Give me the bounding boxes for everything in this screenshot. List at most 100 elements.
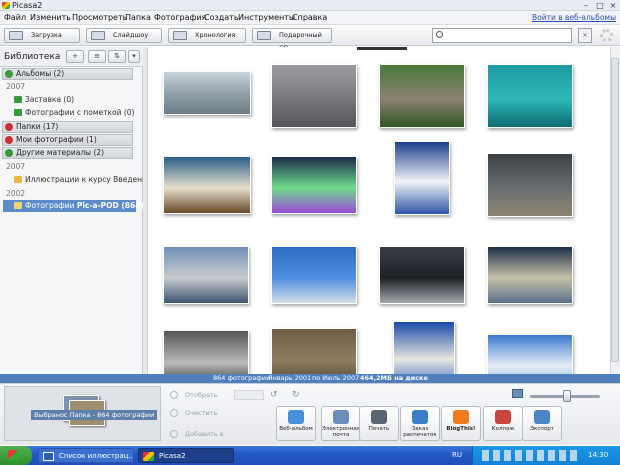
rotate-right-icon[interactable]: ↻ [292, 390, 300, 400]
library-menu-button[interactable]: ▾ [128, 50, 140, 63]
label-tag-button[interactable] [234, 390, 264, 400]
menu-picture[interactable]: Фотография [154, 11, 206, 25]
photo-grid [148, 47, 610, 374]
export-button[interactable]: Экспорт [522, 406, 562, 441]
menu-create[interactable]: Создать [204, 11, 239, 25]
year-label: 2007 [6, 162, 26, 171]
folder-illustrations-label: Иллюстрации к курсу Введение... [25, 175, 159, 184]
add-to-button[interactable]: Добавить в [165, 427, 228, 441]
slideshow-button[interactable]: Слайдшоу [86, 28, 162, 43]
album-screensaver[interactable]: Заставка (0) [14, 94, 74, 106]
year-label: 2002 [6, 189, 26, 198]
print-button[interactable]: Печать [359, 406, 399, 441]
menu-folder[interactable]: Папка [125, 11, 151, 25]
sort-button[interactable]: ⇅ [108, 50, 126, 63]
zoom-slider-handle[interactable] [563, 390, 571, 402]
status-bar: 864 фотографии Январь 2001 по Июль 2007 … [0, 374, 620, 383]
tray-icons[interactable] [482, 450, 578, 461]
blogthis-button[interactable]: BlogThis! [441, 406, 481, 441]
menu-view[interactable]: Просмотреть [72, 11, 127, 25]
windows-logo-icon [8, 450, 18, 460]
taskbar-item-document-label: Список иллюстрац... [59, 452, 134, 460]
album-icon [14, 96, 22, 103]
library-title: Библиотека [4, 52, 61, 62]
search-input[interactable] [432, 28, 572, 43]
photo-thumbnail[interactable] [393, 321, 455, 374]
menu-edit[interactable]: Изменить [30, 11, 71, 25]
photo-thumbnail[interactable] [271, 64, 357, 128]
web-album-button[interactable]: Веб-альбом [276, 406, 316, 441]
menu-tools[interactable]: Инструменты [238, 11, 295, 25]
folder-pic-a-pod[interactable]: Фотографии Pic-a-POD (864) [3, 200, 144, 212]
photo-thumbnail[interactable] [271, 246, 357, 304]
export-icon [534, 410, 550, 424]
gift-cd-button[interactable]: Подарочный CD [252, 28, 332, 52]
photo-thumbnail[interactable] [487, 334, 573, 374]
photo-thumbnail[interactable] [487, 153, 573, 217]
photo-thumbnail[interactable] [163, 330, 249, 374]
section-albums[interactable]: Альбомы (2) [2, 68, 133, 80]
search-clear-button[interactable]: × [578, 28, 592, 43]
import-button[interactable]: Загрузка [4, 28, 80, 43]
section-folders[interactable]: Папки (17) [2, 121, 133, 133]
menu-help[interactable]: Справка [292, 11, 327, 25]
photo-thumbnail[interactable] [271, 156, 357, 214]
scrollbar-thumb[interactable] [611, 58, 619, 362]
photo-thumbnail[interactable] [163, 246, 249, 304]
picasa-icon [143, 452, 154, 461]
held-selection-label: Выбранос Папка - 864 фотографии [31, 410, 158, 420]
taskbar-item-document[interactable]: Список иллюстрац... [38, 448, 134, 463]
import-label: Загрузка [31, 31, 62, 39]
order-prints-button[interactable]: Заказ распечаток [400, 406, 440, 441]
window-title: Picasa2 [12, 1, 43, 10]
clear-button[interactable]: Очистить [165, 406, 228, 420]
folder-illustrations[interactable]: Иллюстрации к курсу Введение... [14, 174, 159, 186]
photo-thumbnail[interactable] [271, 328, 357, 374]
taskbar-item-picasa[interactable]: Picasa2 [138, 448, 234, 463]
collapse-icon [5, 123, 13, 131]
expand-icon [5, 70, 13, 78]
album-starred[interactable]: Фотографии с пометкой (0) [14, 107, 135, 119]
folder-pic-a-pod-prefix: Фотографии [25, 201, 77, 210]
photo-thumbnail[interactable] [487, 64, 573, 128]
timeline-button[interactable]: Хронология [168, 28, 246, 43]
close-icon[interactable]: × [607, 1, 619, 10]
photo-thumbnail[interactable] [163, 71, 251, 115]
list-view-button[interactable]: ≡ [88, 50, 106, 63]
picasa-logo-icon [2, 2, 10, 9]
scroll-position-marker [357, 47, 407, 50]
print-icon [371, 410, 387, 424]
photo-thumbnail[interactable] [394, 141, 450, 215]
print-label: Печать [368, 426, 390, 432]
email-icon [333, 410, 349, 424]
hold-icon [170, 391, 178, 399]
start-button[interactable] [0, 446, 32, 465]
photo-thumbnail[interactable] [163, 156, 251, 214]
add-to-label: Добавить в [185, 430, 224, 438]
section-my-photos[interactable]: Мои фотографии (1) [2, 134, 133, 146]
collage-icon [495, 410, 511, 424]
sign-in-web-albums-link[interactable]: Войти в веб-альбомы [532, 11, 616, 25]
photo-thumbnail[interactable] [487, 246, 573, 304]
blogthis-label: BlogThis! [446, 426, 476, 432]
collage-button[interactable]: Коллаж [483, 406, 523, 441]
album-starred-label: Фотографии с пометкой (0) [25, 108, 135, 117]
minimize-icon[interactable]: – [580, 1, 592, 10]
email-button[interactable]: Электронная почта [321, 406, 361, 441]
zoom-icon [512, 389, 523, 398]
section-other-label: Другие материалы (2) [16, 148, 105, 157]
cd-icon [257, 31, 271, 40]
disk-size: 464,2МБ на диске [360, 374, 428, 382]
section-other[interactable]: Другие материалы (2) [2, 147, 133, 159]
maximize-icon[interactable]: □ [594, 1, 606, 10]
photo-thumbnail[interactable] [379, 64, 465, 128]
timeline-label: Хронология [195, 31, 236, 39]
hold-button[interactable]: Отобрать [165, 388, 228, 402]
search-icon [436, 31, 443, 38]
menu-file[interactable]: Файл [4, 11, 26, 25]
photo-thumbnail[interactable] [379, 246, 465, 304]
add-album-button[interactable]: + [66, 50, 84, 63]
rotate-left-icon[interactable]: ↺ [270, 390, 278, 400]
language-indicator[interactable]: RU [452, 446, 462, 465]
web-album-label: Веб-альбом [279, 426, 313, 432]
